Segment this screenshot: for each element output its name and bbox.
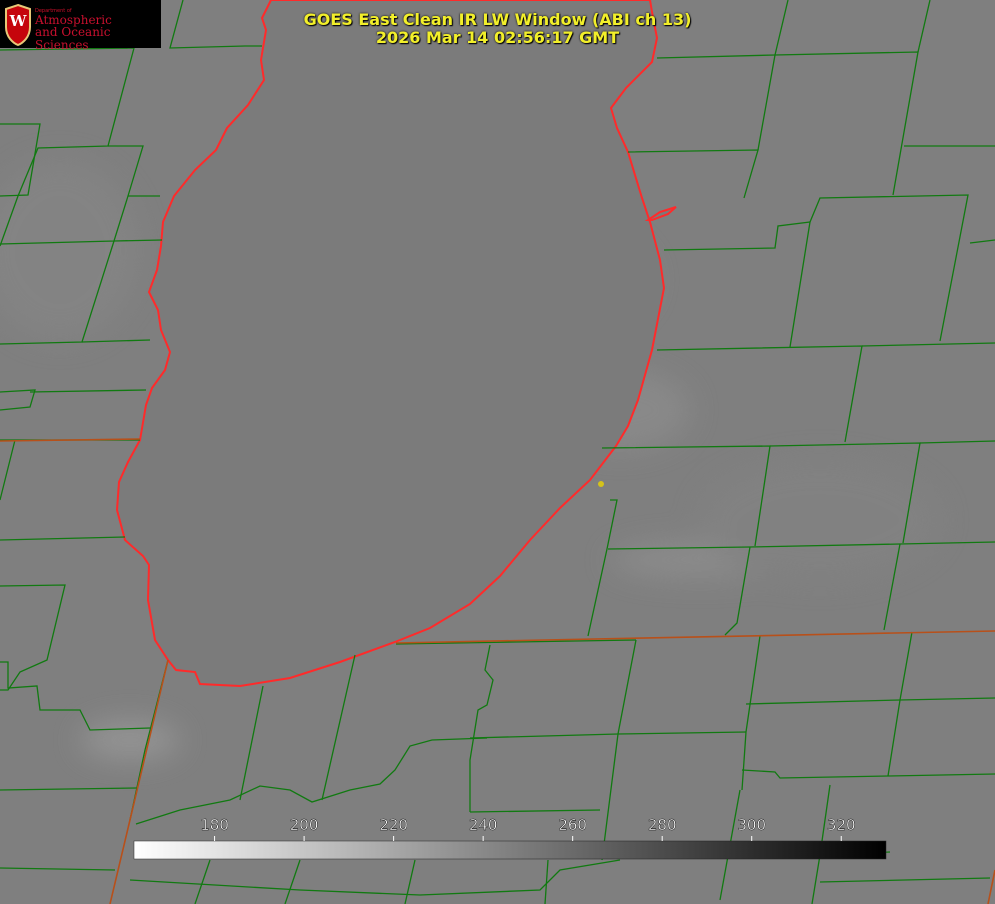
colorbar-tick-label: 220 [379,816,408,834]
map-canvas: 180 200 220 240 260 280 300 320 [0,0,995,904]
colorbar [133,840,887,860]
colorbar-tick-label: 200 [290,816,319,834]
location-marker [598,481,604,487]
colorbar-tick-label: 300 [737,816,766,834]
colorbar-tick-label: 240 [469,816,498,834]
colorbar-tick-label: 320 [827,816,856,834]
colorbar-tick-label: 180 [200,816,229,834]
title-line1: GOES East Clean IR LW Window (ABI ch 13) [303,10,692,29]
title-timestamp: 2026 Mar 14 02:56:17 GMT [375,28,620,47]
image-title: GOES East Clean IR LW Window (ABI ch 13)… [0,11,995,47]
colorbar-tick-label: 260 [558,816,587,834]
colorbar-tick-label: 280 [648,816,677,834]
satellite-map: 180 200 220 240 260 280 300 320 W Department of… [0,0,995,904]
